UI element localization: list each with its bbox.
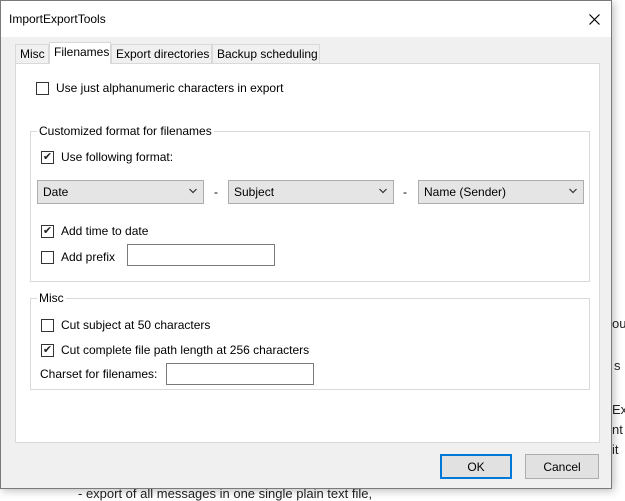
charset-input[interactable]	[166, 363, 314, 385]
dialog-title: ImportExportTools	[9, 12, 106, 26]
background-text: ou	[612, 316, 625, 331]
format-separator-1: -	[214, 185, 218, 199]
import-export-dialog: ImportExportTools Misc Filenames Export …	[0, 0, 612, 489]
filenames-panel: Use just alphanumeric characters in expo…	[15, 63, 600, 443]
format-part-1-select[interactable]: Date	[37, 180, 204, 204]
prefix-input[interactable]	[127, 244, 275, 266]
format-part-3-select[interactable]: Name (Sender)	[418, 180, 584, 204]
use-format-label: Use following format:	[61, 150, 174, 164]
background-text: nt	[612, 422, 623, 437]
format-part-3-value: Name (Sender)	[424, 185, 507, 199]
cancel-button[interactable]: Cancel	[525, 454, 599, 479]
format-part-2-select[interactable]: Subject	[228, 180, 394, 204]
close-button[interactable]	[577, 1, 611, 37]
background-text: Ex	[612, 402, 625, 417]
cut-subject-option[interactable]: Cut subject at 50 characters	[41, 318, 210, 332]
background-text: it	[612, 442, 619, 457]
tab-misc[interactable]: Misc	[15, 44, 49, 63]
chevron-down-icon	[379, 188, 387, 194]
chevron-down-icon	[569, 188, 577, 194]
chevron-down-icon	[189, 188, 197, 194]
charset-label: Charset for filenames:	[40, 367, 158, 381]
cut-subject-label: Cut subject at 50 characters	[61, 318, 211, 332]
cut-path-option[interactable]: Cut complete file path length at 256 cha…	[41, 343, 309, 357]
format-part-2-value: Subject	[234, 185, 275, 199]
close-icon	[588, 13, 600, 25]
add-time-label: Add time to date	[61, 224, 149, 238]
use-format-option[interactable]: Use following format:	[41, 150, 173, 164]
tab-filenames[interactable]: Filenames	[49, 42, 111, 64]
customized-format-legend: Customized format for filenames	[37, 124, 214, 138]
use-format-checkbox[interactable]	[41, 150, 54, 164]
misc-group: Misc Cut subject at 50 characters Cut co…	[30, 291, 590, 390]
customized-format-group: Customized format for filenames Use foll…	[30, 124, 590, 282]
cut-subject-checkbox[interactable]	[41, 318, 54, 332]
background-text: s	[614, 358, 621, 373]
alphanumeric-option[interactable]: Use just alphanumeric characters in expo…	[36, 81, 283, 95]
cut-path-checkbox[interactable]	[41, 343, 54, 357]
tab-backup-scheduling[interactable]: Backup scheduling	[212, 44, 320, 63]
add-prefix-label: Add prefix	[61, 250, 116, 264]
alphanumeric-label: Use just alphanumeric characters in expo…	[56, 81, 284, 95]
misc-legend: Misc	[37, 291, 66, 305]
add-time-option[interactable]: Add time to date	[41, 224, 148, 238]
add-prefix-checkbox[interactable]	[41, 250, 54, 264]
add-time-checkbox[interactable]	[41, 224, 54, 238]
ok-button[interactable]: OK	[440, 454, 512, 479]
format-separator-2: -	[403, 185, 407, 199]
cut-path-label: Cut complete file path length at 256 cha…	[61, 343, 310, 357]
format-part-1-value: Date	[43, 185, 69, 199]
alphanumeric-checkbox[interactable]	[36, 81, 49, 95]
add-prefix-option[interactable]: Add prefix	[41, 250, 115, 264]
tab-export-directories[interactable]: Export directories	[111, 44, 212, 63]
title-bar: ImportExportTools	[1, 1, 611, 37]
